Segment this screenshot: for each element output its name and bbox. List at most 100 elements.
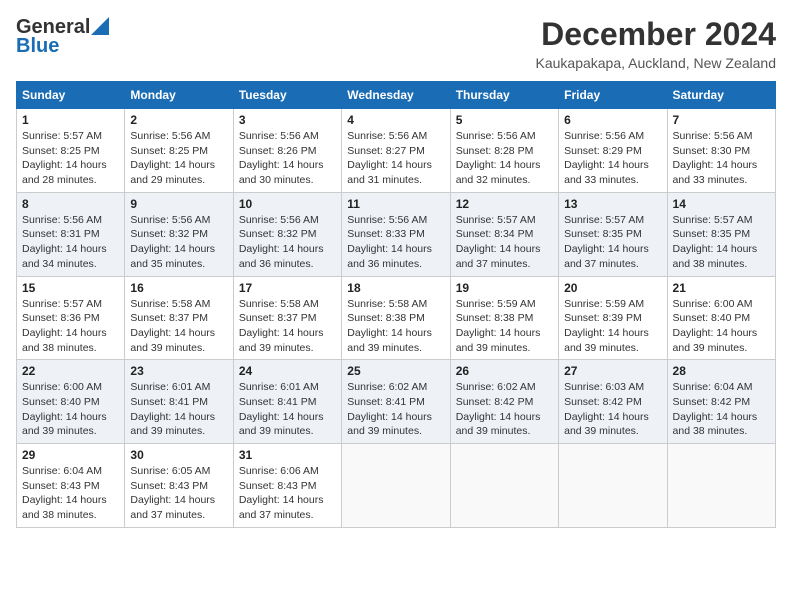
table-row: 20 Sunrise: 5:59 AM Sunset: 8:39 PM Dayl…	[559, 276, 667, 360]
day-info: Sunrise: 5:56 AM Sunset: 8:30 PM Dayligh…	[673, 129, 770, 188]
table-row: 4 Sunrise: 5:56 AM Sunset: 8:27 PM Dayli…	[342, 109, 450, 193]
day-number: 17	[239, 281, 336, 295]
day-info: Sunrise: 6:00 AM Sunset: 8:40 PM Dayligh…	[22, 380, 119, 439]
day-number: 26	[456, 364, 553, 378]
page-header: General Blue December 2024 Kaukapakapa, …	[16, 16, 776, 71]
day-info: Sunrise: 6:00 AM Sunset: 8:40 PM Dayligh…	[673, 297, 770, 356]
calendar-table: Sunday Monday Tuesday Wednesday Thursday…	[16, 81, 776, 528]
calendar-header-row: Sunday Monday Tuesday Wednesday Thursday…	[17, 82, 776, 109]
day-number: 18	[347, 281, 444, 295]
day-info: Sunrise: 5:57 AM Sunset: 8:34 PM Dayligh…	[456, 213, 553, 272]
table-row: 3 Sunrise: 5:56 AM Sunset: 8:26 PM Dayli…	[233, 109, 341, 193]
table-row: 31 Sunrise: 6:06 AM Sunset: 8:43 PM Dayl…	[233, 444, 341, 528]
table-row: 15 Sunrise: 5:57 AM Sunset: 8:36 PM Dayl…	[17, 276, 125, 360]
day-number: 30	[130, 448, 227, 462]
day-number: 12	[456, 197, 553, 211]
day-number: 19	[456, 281, 553, 295]
table-row	[342, 444, 450, 528]
day-info: Sunrise: 5:56 AM Sunset: 8:29 PM Dayligh…	[564, 129, 661, 188]
table-row: 30 Sunrise: 6:05 AM Sunset: 8:43 PM Dayl…	[125, 444, 233, 528]
day-number: 29	[22, 448, 119, 462]
day-info: Sunrise: 6:04 AM Sunset: 8:43 PM Dayligh…	[22, 464, 119, 523]
day-number: 25	[347, 364, 444, 378]
table-row: 10 Sunrise: 5:56 AM Sunset: 8:32 PM Dayl…	[233, 192, 341, 276]
day-number: 5	[456, 113, 553, 127]
day-number: 24	[239, 364, 336, 378]
col-tuesday: Tuesday	[233, 82, 341, 109]
day-number: 23	[130, 364, 227, 378]
day-number: 31	[239, 448, 336, 462]
day-info: Sunrise: 5:57 AM Sunset: 8:25 PM Dayligh…	[22, 129, 119, 188]
table-row: 22 Sunrise: 6:00 AM Sunset: 8:40 PM Dayl…	[17, 360, 125, 444]
table-row: 6 Sunrise: 5:56 AM Sunset: 8:29 PM Dayli…	[559, 109, 667, 193]
day-info: Sunrise: 6:02 AM Sunset: 8:42 PM Dayligh…	[456, 380, 553, 439]
table-row: 13 Sunrise: 5:57 AM Sunset: 8:35 PM Dayl…	[559, 192, 667, 276]
day-number: 22	[22, 364, 119, 378]
day-info: Sunrise: 5:57 AM Sunset: 8:36 PM Dayligh…	[22, 297, 119, 356]
location-title: Kaukapakapa, Auckland, New Zealand	[536, 55, 777, 71]
table-row	[450, 444, 558, 528]
title-section: December 2024 Kaukapakapa, Auckland, New…	[536, 16, 777, 71]
day-info: Sunrise: 5:58 AM Sunset: 8:37 PM Dayligh…	[130, 297, 227, 356]
table-row: 27 Sunrise: 6:03 AM Sunset: 8:42 PM Dayl…	[559, 360, 667, 444]
col-wednesday: Wednesday	[342, 82, 450, 109]
table-row: 2 Sunrise: 5:56 AM Sunset: 8:25 PM Dayli…	[125, 109, 233, 193]
day-info: Sunrise: 5:58 AM Sunset: 8:38 PM Dayligh…	[347, 297, 444, 356]
table-row: 16 Sunrise: 5:58 AM Sunset: 8:37 PM Dayl…	[125, 276, 233, 360]
day-info: Sunrise: 6:02 AM Sunset: 8:41 PM Dayligh…	[347, 380, 444, 439]
day-info: Sunrise: 5:59 AM Sunset: 8:38 PM Dayligh…	[456, 297, 553, 356]
table-row: 18 Sunrise: 5:58 AM Sunset: 8:38 PM Dayl…	[342, 276, 450, 360]
day-number: 6	[564, 113, 661, 127]
day-number: 8	[22, 197, 119, 211]
table-row: 17 Sunrise: 5:58 AM Sunset: 8:37 PM Dayl…	[233, 276, 341, 360]
table-row: 19 Sunrise: 5:59 AM Sunset: 8:38 PM Dayl…	[450, 276, 558, 360]
table-row: 21 Sunrise: 6:00 AM Sunset: 8:40 PM Dayl…	[667, 276, 775, 360]
day-info: Sunrise: 5:59 AM Sunset: 8:39 PM Dayligh…	[564, 297, 661, 356]
logo-triangle-icon	[91, 17, 109, 35]
day-info: Sunrise: 6:01 AM Sunset: 8:41 PM Dayligh…	[239, 380, 336, 439]
table-row	[559, 444, 667, 528]
col-sunday: Sunday	[17, 82, 125, 109]
day-number: 10	[239, 197, 336, 211]
day-number: 28	[673, 364, 770, 378]
day-info: Sunrise: 6:03 AM Sunset: 8:42 PM Dayligh…	[564, 380, 661, 439]
day-number: 20	[564, 281, 661, 295]
day-number: 3	[239, 113, 336, 127]
day-info: Sunrise: 5:56 AM Sunset: 8:33 PM Dayligh…	[347, 213, 444, 272]
day-number: 7	[673, 113, 770, 127]
table-row: 5 Sunrise: 5:56 AM Sunset: 8:28 PM Dayli…	[450, 109, 558, 193]
table-row: 9 Sunrise: 5:56 AM Sunset: 8:32 PM Dayli…	[125, 192, 233, 276]
day-info: Sunrise: 5:58 AM Sunset: 8:37 PM Dayligh…	[239, 297, 336, 356]
month-title: December 2024	[536, 16, 777, 53]
col-saturday: Saturday	[667, 82, 775, 109]
day-number: 13	[564, 197, 661, 211]
logo-blue-text: Blue	[16, 35, 59, 58]
day-info: Sunrise: 5:56 AM Sunset: 8:32 PM Dayligh…	[130, 213, 227, 272]
day-info: Sunrise: 5:56 AM Sunset: 8:31 PM Dayligh…	[22, 213, 119, 272]
day-info: Sunrise: 5:56 AM Sunset: 8:26 PM Dayligh…	[239, 129, 336, 188]
day-info: Sunrise: 6:04 AM Sunset: 8:42 PM Dayligh…	[673, 380, 770, 439]
day-number: 1	[22, 113, 119, 127]
table-row: 7 Sunrise: 5:56 AM Sunset: 8:30 PM Dayli…	[667, 109, 775, 193]
day-info: Sunrise: 5:56 AM Sunset: 8:28 PM Dayligh…	[456, 129, 553, 188]
logo: General Blue	[16, 16, 109, 58]
day-info: Sunrise: 6:05 AM Sunset: 8:43 PM Dayligh…	[130, 464, 227, 523]
day-number: 15	[22, 281, 119, 295]
col-monday: Monday	[125, 82, 233, 109]
day-number: 27	[564, 364, 661, 378]
day-info: Sunrise: 5:57 AM Sunset: 8:35 PM Dayligh…	[564, 213, 661, 272]
day-info: Sunrise: 5:56 AM Sunset: 8:32 PM Dayligh…	[239, 213, 336, 272]
day-number: 16	[130, 281, 227, 295]
col-thursday: Thursday	[450, 82, 558, 109]
day-info: Sunrise: 6:06 AM Sunset: 8:43 PM Dayligh…	[239, 464, 336, 523]
day-number: 9	[130, 197, 227, 211]
col-friday: Friday	[559, 82, 667, 109]
table-row	[667, 444, 775, 528]
table-row: 25 Sunrise: 6:02 AM Sunset: 8:41 PM Dayl…	[342, 360, 450, 444]
day-number: 21	[673, 281, 770, 295]
table-row: 23 Sunrise: 6:01 AM Sunset: 8:41 PM Dayl…	[125, 360, 233, 444]
day-number: 4	[347, 113, 444, 127]
table-row: 24 Sunrise: 6:01 AM Sunset: 8:41 PM Dayl…	[233, 360, 341, 444]
table-row: 1 Sunrise: 5:57 AM Sunset: 8:25 PM Dayli…	[17, 109, 125, 193]
day-info: Sunrise: 5:57 AM Sunset: 8:35 PM Dayligh…	[673, 213, 770, 272]
